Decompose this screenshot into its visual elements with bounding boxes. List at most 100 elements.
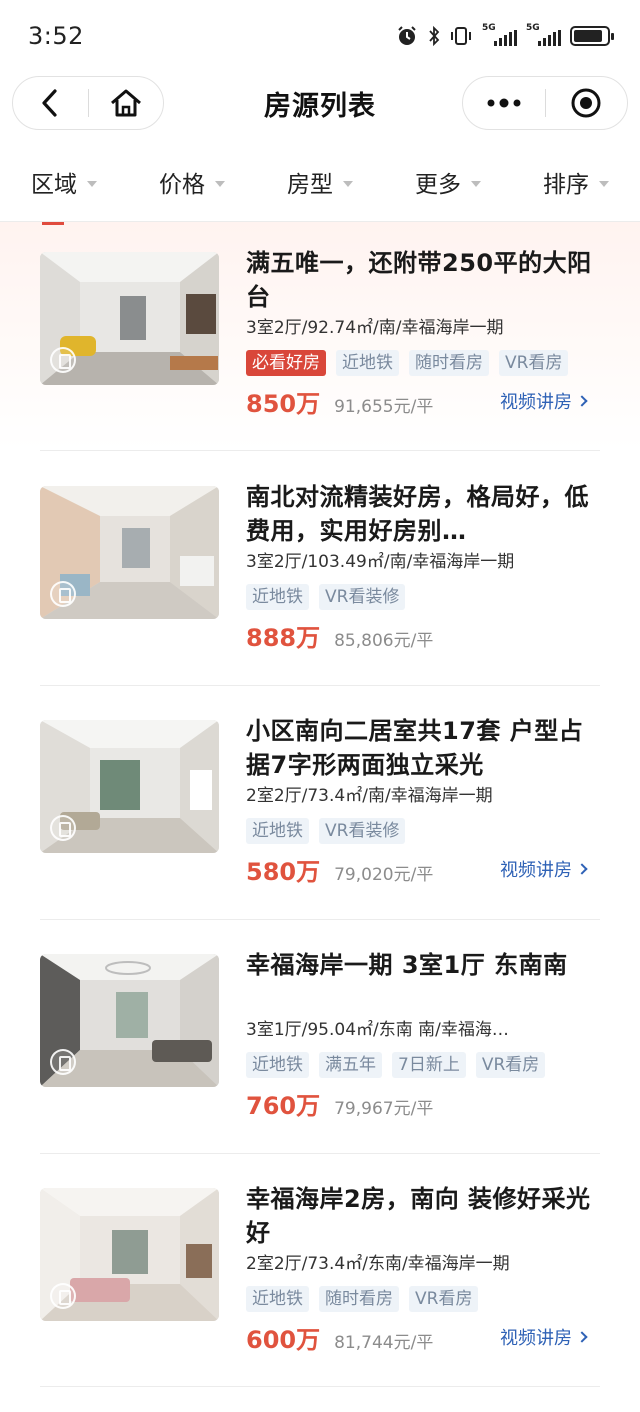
listing-card[interactable]: 幸福海岸2房，南向 装修好采光好 2室2厅/73.4㎡/东南/幸福海岸一期 近地… (40, 1158, 600, 1392)
tag: 近地铁 (246, 1286, 309, 1312)
vr-icon (50, 347, 76, 373)
close-miniprogram-button[interactable] (546, 77, 628, 129)
vr-icon (50, 1049, 76, 1075)
listing-spec: 2室2厅/73.4㎡/东南/幸福海岸一期 (246, 1254, 510, 1274)
tag: VR看装修 (319, 818, 406, 844)
video-tour-link[interactable]: 视频讲房 (500, 856, 588, 882)
listing-photo[interactable] (40, 954, 219, 1087)
price-row: 760万 79,967元/平 (246, 1086, 600, 1120)
tag: 7日新上 (392, 1052, 466, 1078)
tag: 近地铁 (336, 350, 399, 376)
list-divider (40, 919, 600, 920)
caret-down-icon (87, 181, 97, 187)
total-price: 600万 (246, 1326, 321, 1354)
total-price: 760万 (246, 1092, 321, 1120)
listing-title[interactable]: 幸福海岸一期 3室1厅 东南南 (246, 948, 600, 1016)
listing-tags: 必看好房 近地铁 随时看房 VR看房 (246, 350, 600, 376)
filter-region[interactable]: 区域 (0, 152, 128, 212)
vr-icon (50, 1283, 76, 1309)
filter-label: 更多 (415, 172, 461, 198)
total-price: 850万 (246, 390, 321, 418)
list-divider (40, 685, 600, 686)
listing-title[interactable]: 幸福海岸2房，南向 装修好采光好 (246, 1182, 600, 1250)
video-tour-link[interactable]: 视频讲房 (500, 388, 588, 414)
listing-photo[interactable] (40, 252, 219, 385)
more-button[interactable] (463, 77, 545, 129)
list-divider (40, 450, 600, 451)
video-link-label: 视频讲房 (500, 860, 572, 881)
listing-card[interactable]: 南北对流精装好房，格局好，低费用，实用好房别… 3室2厅/103.49㎡/南/幸… (40, 456, 600, 690)
listing-spec: 2室2厅/73.4㎡/南/幸福海岸一期 (246, 786, 493, 806)
vr-icon (50, 581, 76, 607)
listing-card[interactable]: 满五唯一，还附带250平的大阳台 3室2厅/92.74㎡/南/幸福海岸一期 必看… (40, 222, 600, 456)
unit-price: 85,806元/平 (334, 631, 434, 651)
video-link-label: 视频讲房 (500, 1328, 572, 1349)
tag: VR看装修 (319, 584, 406, 610)
signal-5g-icon: 5G (526, 24, 561, 48)
tag: 近地铁 (246, 818, 309, 844)
bluetooth-icon (429, 25, 440, 47)
nav-bar: 房源列表 (0, 74, 640, 134)
filter-bar: 区域 价格 房型 更多 排序 (0, 152, 640, 212)
filter-layout[interactable]: 房型 (256, 152, 384, 212)
nav-right-capsule (462, 76, 628, 130)
vibrate-icon (451, 27, 471, 45)
chevron-right-icon (576, 395, 588, 407)
status-bar: 3:52 5G 5G (0, 0, 640, 74)
tag: VR看房 (499, 350, 569, 376)
video-link-label: 视频讲房 (500, 392, 572, 413)
list-divider (40, 1386, 600, 1387)
listing-title[interactable]: 满五唯一，还附带250平的大阳台 (246, 246, 600, 314)
listing-title[interactable]: 南北对流精装好房，格局好，低费用，实用好房别… (246, 480, 600, 548)
listing-tags: 近地铁 VR看装修 (246, 818, 600, 844)
filter-label: 价格 (159, 172, 205, 198)
price-row: 600万 81,744元/平 视频讲房 (246, 1320, 600, 1354)
listing-tags: 近地铁 随时看房 VR看房 (246, 1286, 600, 1312)
listing-photo[interactable] (40, 720, 219, 853)
chevron-right-icon (576, 863, 588, 875)
unit-price: 79,967元/平 (334, 1099, 434, 1119)
tag: VR看房 (409, 1286, 479, 1312)
price-row: 888万 85,806元/平 (246, 618, 600, 652)
target-close-icon (571, 88, 601, 118)
chevron-right-icon (576, 1331, 588, 1343)
filter-more[interactable]: 更多 (384, 152, 512, 212)
filter-sort[interactable]: 排序 (512, 152, 640, 212)
tag: VR看房 (475, 1052, 546, 1078)
filter-label: 排序 (543, 172, 589, 198)
listing-tags: 近地铁 满五年 7日新上 VR看房 (246, 1052, 600, 1078)
battery-icon (570, 26, 614, 46)
tag: 满五年 (319, 1052, 382, 1078)
unit-price: 91,655元/平 (334, 397, 434, 417)
tag-must-see: 必看好房 (246, 350, 326, 376)
more-dots-icon (487, 98, 521, 108)
video-tour-link[interactable]: 视频讲房 (500, 1324, 588, 1350)
tag: 随时看房 (319, 1286, 399, 1312)
vr-icon (50, 815, 76, 841)
listing-spec: 3室2厅/92.74㎡/南/幸福海岸一期 (246, 318, 504, 338)
caret-down-icon (471, 181, 481, 187)
listing-spec: 3室2厅/103.49㎡/南/幸福海岸一期 (246, 552, 515, 572)
listing-card[interactable]: 幸福海岸一期 3室1厅 东南南 3室1厅/95.04㎡/东南 南/幸福海… 近地… (40, 924, 600, 1158)
filter-label: 区域 (31, 172, 77, 198)
tag: 随时看房 (409, 350, 489, 376)
total-price: 888万 (246, 624, 321, 652)
listing-spec: 3室1厅/95.04㎡/东南 南/幸福海… (246, 1020, 509, 1040)
alarm-icon (398, 26, 416, 45)
listing-title[interactable]: 小区南向二居室共17套 户型占据7字形两面独立采光 (246, 714, 600, 782)
caret-down-icon (343, 181, 353, 187)
signal-5g-icon: 5G (482, 24, 517, 48)
caret-down-icon (215, 181, 225, 187)
price-row: 850万 91,655元/平 视频讲房 (246, 384, 600, 418)
unit-price: 79,020元/平 (334, 865, 434, 885)
status-icons: 5G 5G (396, 24, 614, 48)
listing-tags: 近地铁 VR看装修 (246, 584, 600, 610)
listing-card[interactable]: 小区南向二居室共17套 户型占据7字形两面独立采光 2室2厅/73.4㎡/南/幸… (40, 690, 600, 924)
listing-photo[interactable] (40, 486, 219, 619)
list-divider (40, 1153, 600, 1154)
status-time: 3:52 (28, 22, 84, 50)
listing-photo[interactable] (40, 1188, 219, 1321)
tag: 近地铁 (246, 1052, 309, 1078)
total-price: 580万 (246, 858, 321, 886)
filter-price[interactable]: 价格 (128, 152, 256, 212)
